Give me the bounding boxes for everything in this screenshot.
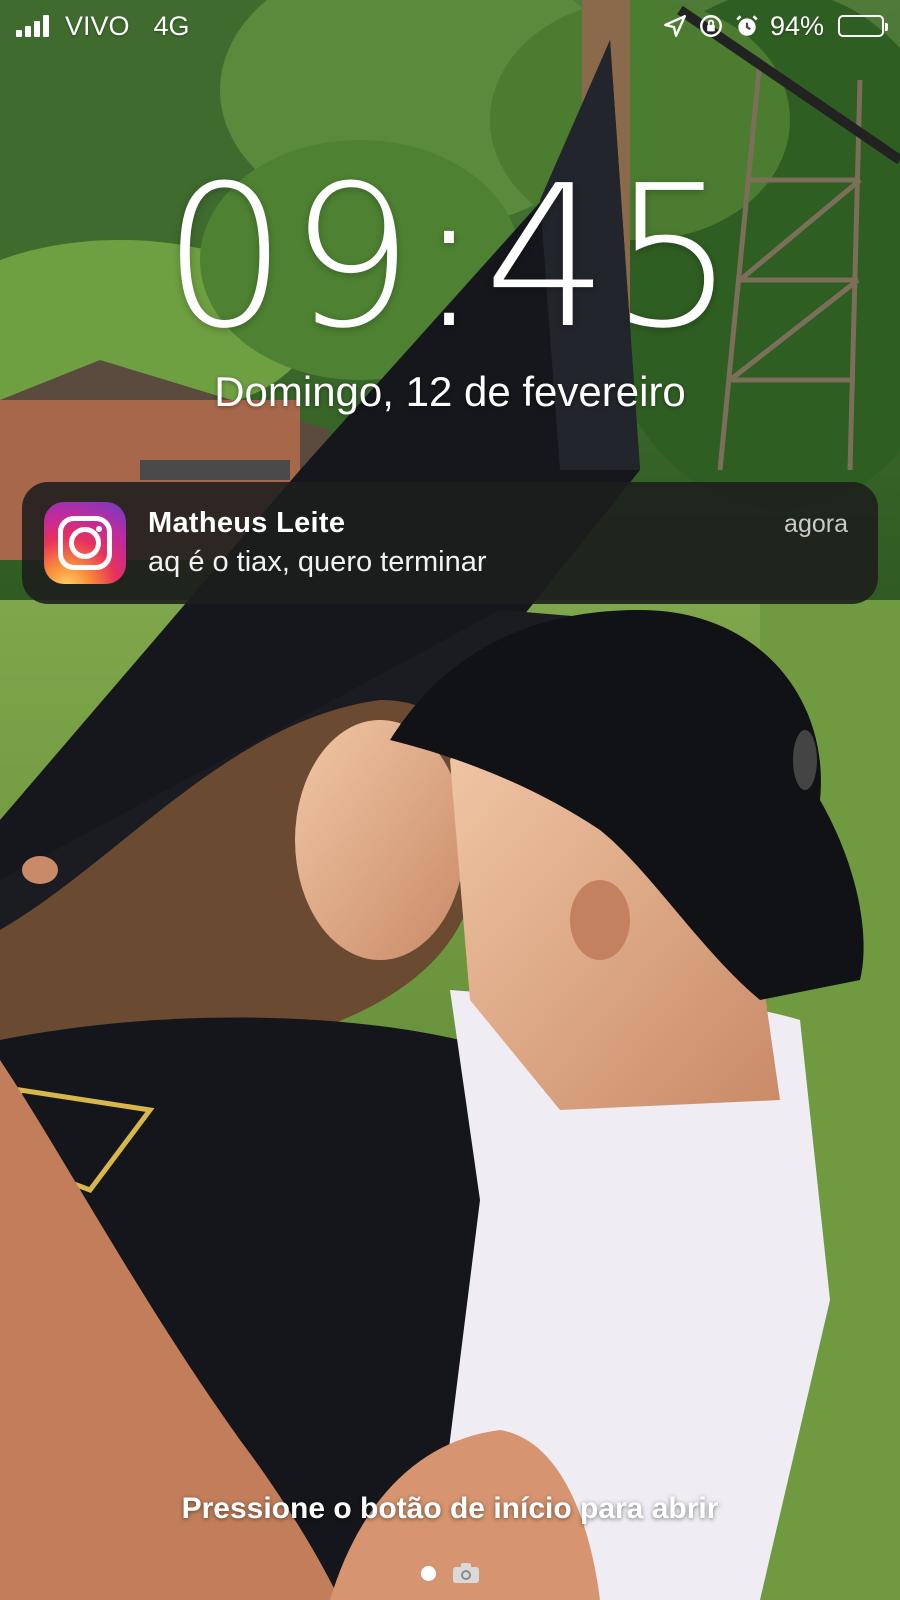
notification-sender: Matheus Leite: [148, 507, 346, 539]
camera-icon[interactable]: [452, 1562, 480, 1584]
orientation-lock-icon: [700, 15, 722, 37]
status-bar-right: 94%: [662, 10, 888, 42]
instagram-camera-glyph: [58, 516, 112, 570]
battery-percent: 94%: [769, 10, 824, 41]
notification-time: agora: [784, 510, 848, 538]
unlock-hint: Pressione o botão de início para abrir: [181, 1492, 719, 1525]
page-dot[interactable]: [420, 1565, 436, 1581]
lock-screen-clock: 09:45: [162, 144, 738, 372]
notification-body: Matheus Leite agora aq é o tiax, quero t…: [148, 507, 848, 579]
status-bar-left: VIVO 4G: [16, 11, 190, 42]
signal-icon: [16, 15, 49, 37]
lock-screen-date: Domingo, 12 de fevereiro: [214, 368, 686, 415]
location-icon: [664, 15, 686, 37]
notification-message: aq é o tiax, quero terminar: [148, 546, 487, 578]
carrier-name: VIVO: [65, 10, 130, 41]
instagram-icon: [44, 502, 126, 584]
notification-header: Matheus Leite agora: [148, 507, 848, 540]
alarm-icon: [736, 15, 758, 36]
instagram-notification[interactable]: Matheus Leite agora aq é o tiax, quero t…: [22, 482, 878, 604]
battery-icon: [838, 15, 888, 37]
page-indicator: [0, 1562, 900, 1584]
network-type: 4G: [153, 10, 190, 41]
status-bar: VIVO 4G 94%: [0, 0, 900, 52]
